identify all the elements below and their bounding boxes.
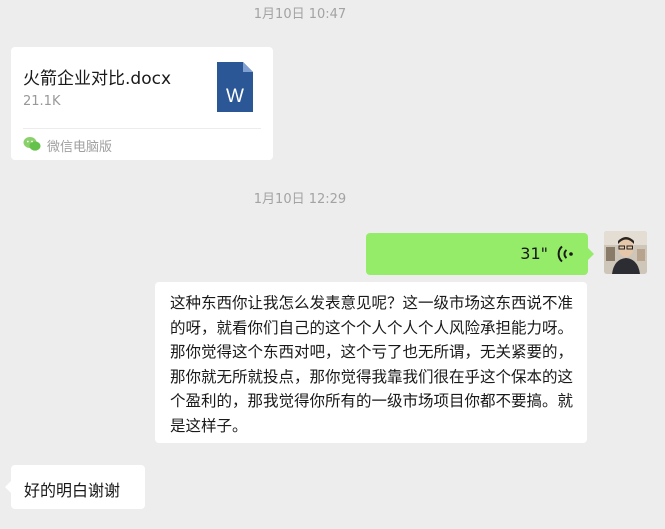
voice-wave-icon bbox=[557, 245, 573, 263]
timestamp: 1月10日 12:29 bbox=[253, 192, 347, 207]
card-divider bbox=[23, 128, 261, 129]
wechat-icon bbox=[23, 137, 41, 151]
timestamp: 1月10日 10:47 bbox=[253, 7, 347, 22]
message-text: 好的明白谢谢 bbox=[24, 481, 121, 500]
text-message-bubble[interactable]: 好的明白谢谢 bbox=[5, 465, 145, 509]
file-name: 火箭企业对比.docx bbox=[23, 69, 172, 89]
voice-duration: 31" bbox=[520, 244, 548, 263]
word-document-icon: W bbox=[217, 62, 253, 112]
avatar-photo bbox=[604, 231, 647, 274]
file-size: 21.1K bbox=[23, 94, 61, 109]
svg-text:W: W bbox=[226, 86, 244, 107]
voice-message-bubble[interactable]: 31" bbox=[366, 233, 594, 275]
voice-transcription: 这种东西你让我怎么发表意见呢？这一级市场这东西说不准的呀，就看你们自己的这个个人… bbox=[155, 282, 587, 443]
avatar[interactable] bbox=[604, 231, 647, 274]
file-source-label: 微信电脑版 bbox=[47, 140, 113, 155]
file-message-card[interactable]: 火箭企业对比.docx 21.1K W 微信电脑版 bbox=[11, 47, 273, 160]
